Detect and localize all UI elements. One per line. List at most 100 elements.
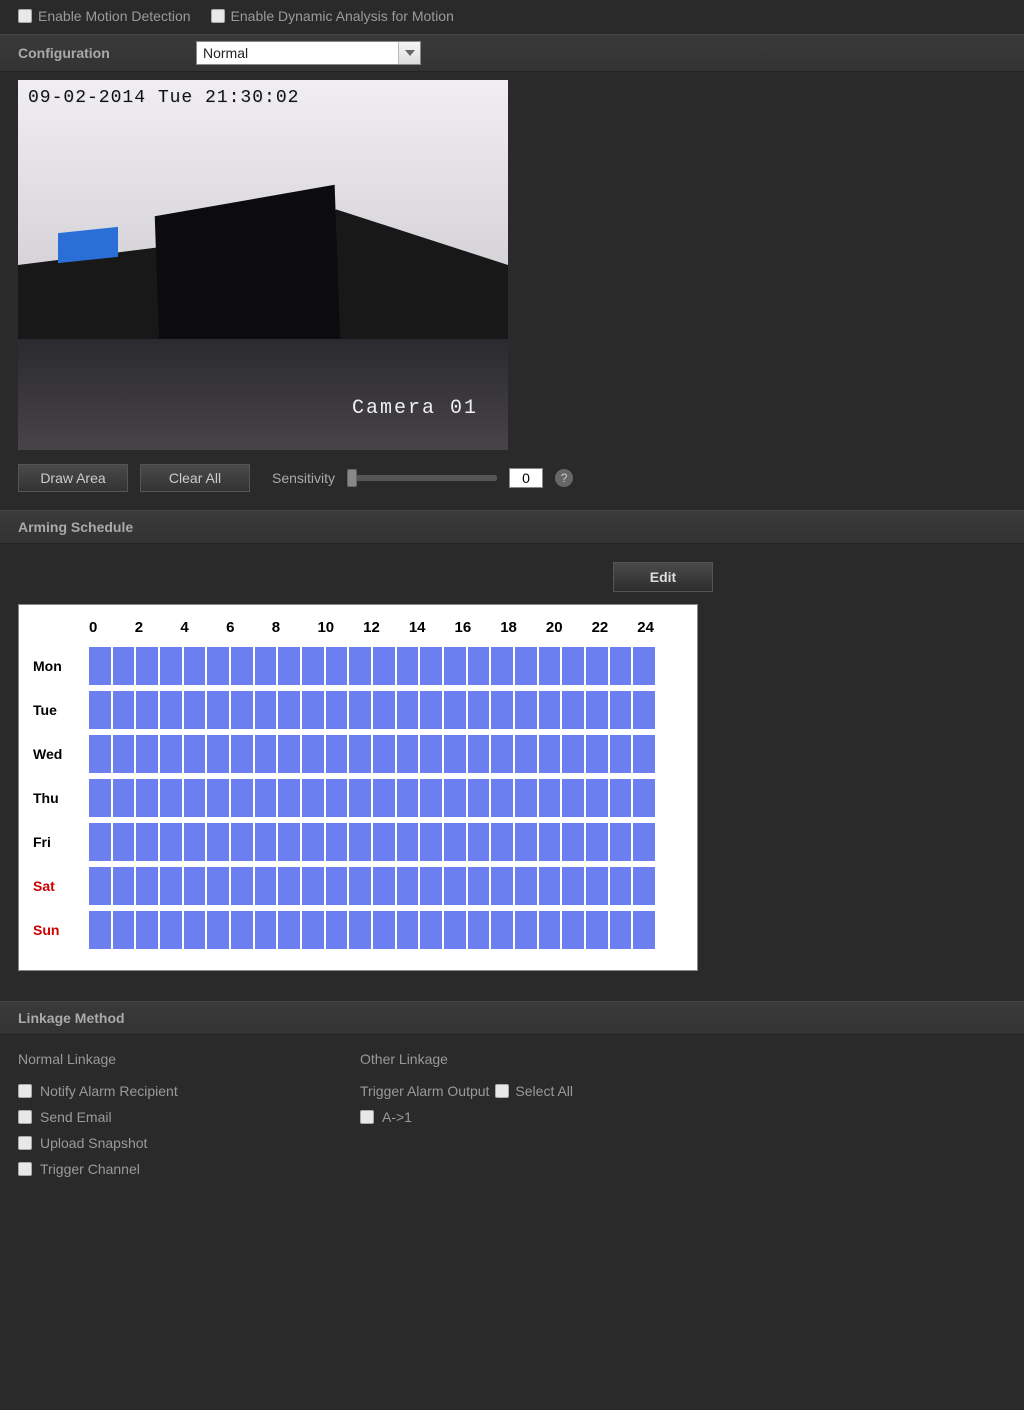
schedule-cell[interactable] [586,779,608,817]
schedule-cell[interactable] [515,735,537,773]
schedule-cell[interactable] [231,691,253,729]
schedule-cell[interactable] [184,779,206,817]
schedule-cell[interactable] [326,735,348,773]
schedule-cell[interactable] [539,647,561,685]
schedule-cell[interactable] [468,867,490,905]
schedule-cell[interactable] [397,691,419,729]
schedule-cell[interactable] [160,867,182,905]
schedule-cell[interactable] [491,823,513,861]
schedule-cell[interactable] [207,647,229,685]
schedule-cell[interactable] [113,647,135,685]
schedule-cell[interactable] [113,735,135,773]
schedule-cell[interactable] [586,647,608,685]
schedule-cell[interactable] [373,779,395,817]
slider-handle[interactable] [347,469,357,487]
schedule-cell[interactable] [231,779,253,817]
day-schedule-row[interactable] [89,691,655,729]
schedule-cell[interactable] [113,911,135,949]
schedule-cell[interactable] [349,911,371,949]
schedule-cell[interactable] [468,911,490,949]
schedule-cell[interactable] [160,735,182,773]
schedule-cell[interactable] [231,823,253,861]
schedule-cell[interactable] [539,911,561,949]
schedule-cell[interactable] [184,823,206,861]
schedule-cell[interactable] [444,691,466,729]
enable-motion-checkbox[interactable] [18,9,32,23]
configuration-select[interactable]: Normal [196,41,421,65]
schedule-cell[interactable] [184,647,206,685]
schedule-cell[interactable] [420,691,442,729]
draw-area-button[interactable]: Draw Area [18,464,128,492]
schedule-cell[interactable] [444,867,466,905]
schedule-cell[interactable] [444,779,466,817]
schedule-cell[interactable] [515,867,537,905]
day-schedule-row[interactable] [89,867,655,905]
schedule-cell[interactable] [539,691,561,729]
schedule-cell[interactable] [89,647,111,685]
schedule-cell[interactable] [278,823,300,861]
schedule-cell[interactable] [89,911,111,949]
schedule-cell[interactable] [397,911,419,949]
schedule-cell[interactable] [397,823,419,861]
day-schedule-row[interactable] [89,823,655,861]
schedule-cell[interactable] [444,735,466,773]
schedule-cell[interactable] [633,867,655,905]
schedule-cell[interactable] [207,691,229,729]
schedule-cell[interactable] [444,823,466,861]
schedule-cell[interactable] [562,867,584,905]
schedule-cell[interactable] [610,647,632,685]
schedule-cell[interactable] [278,911,300,949]
schedule-cell[interactable] [562,911,584,949]
schedule-cell[interactable] [160,779,182,817]
schedule-cell[interactable] [136,647,158,685]
trigger-channel-checkbox[interactable] [18,1162,32,1176]
schedule-cell[interactable] [113,867,135,905]
schedule-cell[interactable] [278,647,300,685]
schedule-cell[interactable] [468,735,490,773]
schedule-cell[interactable] [160,823,182,861]
schedule-cell[interactable] [326,779,348,817]
schedule-cell[interactable] [302,735,324,773]
select-all-checkbox[interactable] [495,1084,509,1098]
schedule-cell[interactable] [349,691,371,729]
schedule-cell[interactable] [184,735,206,773]
schedule-cell[interactable] [207,823,229,861]
schedule-cell[interactable] [373,823,395,861]
schedule-cell[interactable] [207,911,229,949]
schedule-cell[interactable] [89,823,111,861]
schedule-cell[interactable] [89,867,111,905]
schedule-cell[interactable] [562,691,584,729]
schedule-cell[interactable] [562,647,584,685]
upload-snapshot-checkbox[interactable] [18,1136,32,1150]
schedule-cell[interactable] [184,911,206,949]
schedule-cell[interactable] [302,823,324,861]
schedule-cell[interactable] [610,867,632,905]
schedule-cell[interactable] [160,691,182,729]
schedule-cell[interactable] [89,691,111,729]
schedule-cell[interactable] [278,691,300,729]
schedule-cell[interactable] [468,691,490,729]
schedule-cell[interactable] [184,691,206,729]
schedule-cell[interactable] [231,911,253,949]
schedule-cell[interactable] [610,779,632,817]
schedule-cell[interactable] [586,823,608,861]
schedule-cell[interactable] [610,735,632,773]
schedule-cell[interactable] [444,647,466,685]
schedule-cell[interactable] [539,823,561,861]
schedule-cell[interactable] [586,911,608,949]
schedule-cell[interactable] [468,823,490,861]
schedule-cell[interactable] [586,735,608,773]
schedule-cell[interactable] [373,647,395,685]
schedule-cell[interactable] [255,691,277,729]
schedule-cell[interactable] [231,867,253,905]
schedule-cell[interactable] [231,735,253,773]
schedule-cell[interactable] [397,647,419,685]
schedule-cell[interactable] [420,779,442,817]
schedule-cell[interactable] [255,735,277,773]
schedule-cell[interactable] [468,647,490,685]
schedule-cell[interactable] [420,647,442,685]
schedule-cell[interactable] [136,735,158,773]
schedule-cell[interactable] [207,735,229,773]
schedule-cell[interactable] [491,691,513,729]
notify-alarm-checkbox[interactable] [18,1084,32,1098]
